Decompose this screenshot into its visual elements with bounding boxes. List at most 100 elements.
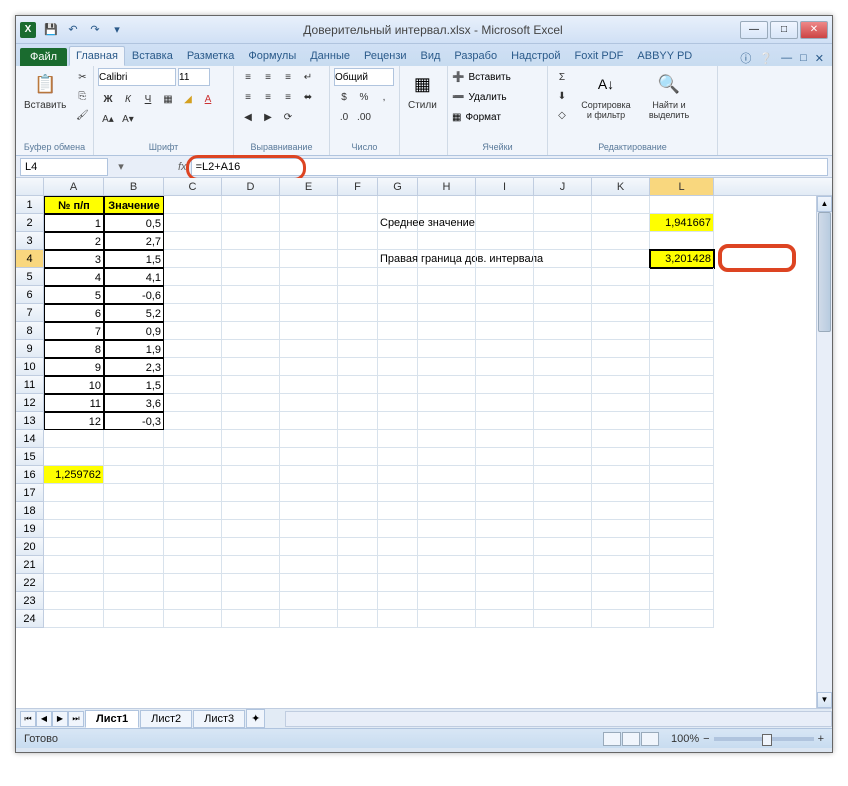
cell-G8[interactable] (378, 322, 418, 340)
cell-E23[interactable] (280, 592, 338, 610)
cell-A8[interactable]: 7 (44, 322, 104, 340)
sheet-nav-first-icon[interactable]: ⏮ (20, 711, 36, 727)
horizontal-scrollbar[interactable] (285, 711, 832, 727)
cell-J9[interactable] (534, 340, 592, 358)
cell-B14[interactable] (104, 430, 164, 448)
select-all-corner[interactable] (16, 178, 44, 195)
cell-D7[interactable] (222, 304, 280, 322)
vertical-scrollbar[interactable]: ▲ ▼ (816, 196, 832, 708)
cell-L20[interactable] (650, 538, 714, 556)
cell-D23[interactable] (222, 592, 280, 610)
cell-K13[interactable] (592, 412, 650, 430)
cell-L21[interactable] (650, 556, 714, 574)
cell-L5[interactable] (650, 268, 714, 286)
paste-button[interactable]: 📋 Вставить (20, 68, 70, 113)
col-header-G[interactable]: G (378, 178, 418, 195)
redo-icon[interactable]: ↷ (86, 21, 104, 39)
row-header-21[interactable]: 21 (16, 556, 44, 574)
cell-I8[interactable] (476, 322, 534, 340)
cell-K20[interactable] (592, 538, 650, 556)
cell-H24[interactable] (418, 610, 476, 628)
cell-D3[interactable] (222, 232, 280, 250)
new-sheet-button[interactable]: ✦ (246, 709, 265, 728)
sheet-tab-2[interactable]: Лист2 (140, 710, 192, 728)
cell-K17[interactable] (592, 484, 650, 502)
cell-J8[interactable] (534, 322, 592, 340)
cell-F11[interactable] (338, 376, 378, 394)
styles-button[interactable]: ▦ Стили (404, 68, 441, 113)
tab-view[interactable]: Вид (414, 46, 448, 66)
namebox-dropdown-icon[interactable]: ▾ (112, 160, 130, 173)
formula-input[interactable]: =L2+A16 (191, 158, 828, 176)
cell-D19[interactable] (222, 520, 280, 538)
cell-B11[interactable]: 1,5 (104, 376, 164, 394)
cell-I20[interactable] (476, 538, 534, 556)
copy-icon[interactable]: ⎘ (72, 87, 92, 105)
cell-C15[interactable] (164, 448, 222, 466)
cell-H5[interactable] (418, 268, 476, 286)
tab-home[interactable]: Главная (69, 46, 125, 66)
cell-E22[interactable] (280, 574, 338, 592)
cell-E18[interactable] (280, 502, 338, 520)
cell-J23[interactable] (534, 592, 592, 610)
cell-H21[interactable] (418, 556, 476, 574)
cell-A18[interactable] (44, 502, 104, 520)
tab-review[interactable]: Рецензи (357, 46, 414, 66)
cut-icon[interactable]: ✂ (72, 68, 92, 86)
cell-G23[interactable] (378, 592, 418, 610)
cell-G12[interactable] (378, 394, 418, 412)
cell-J21[interactable] (534, 556, 592, 574)
cell-L1[interactable] (650, 196, 714, 214)
cell-D24[interactable] (222, 610, 280, 628)
cell-C24[interactable] (164, 610, 222, 628)
cell-E6[interactable] (280, 286, 338, 304)
cell-B1[interactable]: Значение (104, 196, 164, 214)
cell-G1[interactable] (378, 196, 418, 214)
italic-icon[interactable]: К (118, 90, 138, 108)
cell-F19[interactable] (338, 520, 378, 538)
col-header-B[interactable]: B (104, 178, 164, 195)
row-header-1[interactable]: 1 (16, 196, 44, 214)
cell-H2[interactable] (418, 214, 476, 232)
shrink-font-icon[interactable]: A▾ (118, 110, 138, 128)
cell-G10[interactable] (378, 358, 418, 376)
align-left-icon[interactable]: ≡ (238, 88, 258, 106)
cell-B15[interactable] (104, 448, 164, 466)
normal-view-icon[interactable] (603, 732, 621, 746)
cell-I10[interactable] (476, 358, 534, 376)
cell-E24[interactable] (280, 610, 338, 628)
cell-B8[interactable]: 0,9 (104, 322, 164, 340)
cell-L4[interactable]: 3,201428 (650, 250, 714, 268)
cell-I9[interactable] (476, 340, 534, 358)
clear-icon[interactable]: ◇ (552, 106, 572, 124)
fill-icon[interactable]: ⬇ (552, 87, 572, 105)
cell-F1[interactable] (338, 196, 378, 214)
align-center-icon[interactable]: ≡ (258, 88, 278, 106)
col-header-H[interactable]: H (418, 178, 476, 195)
decrease-decimal-icon[interactable]: .00 (354, 108, 374, 126)
row-header-14[interactable]: 14 (16, 430, 44, 448)
sheet-tab-3[interactable]: Лист3 (193, 710, 245, 728)
cell-H3[interactable] (418, 232, 476, 250)
cell-H13[interactable] (418, 412, 476, 430)
cell-B22[interactable] (104, 574, 164, 592)
indent-increase-icon[interactable]: ▶ (258, 108, 278, 126)
cell-J16[interactable] (534, 466, 592, 484)
cell-K22[interactable] (592, 574, 650, 592)
row-header-22[interactable]: 22 (16, 574, 44, 592)
cell-E17[interactable] (280, 484, 338, 502)
minimize-ribbon-icon[interactable]: ⓘ (740, 50, 751, 66)
cell-B6[interactable]: -0,6 (104, 286, 164, 304)
cell-L2[interactable]: 1,941667 (650, 214, 714, 232)
cell-I6[interactable] (476, 286, 534, 304)
cell-H4[interactable] (418, 250, 476, 268)
cell-H12[interactable] (418, 394, 476, 412)
cell-C4[interactable] (164, 250, 222, 268)
cell-G2[interactable]: Среднее значение (378, 214, 418, 232)
cell-B3[interactable]: 2,7 (104, 232, 164, 250)
cell-H6[interactable] (418, 286, 476, 304)
align-top-icon[interactable]: ≡ (238, 68, 258, 86)
cell-B9[interactable]: 1,9 (104, 340, 164, 358)
col-header-I[interactable]: I (476, 178, 534, 195)
cell-B16[interactable] (104, 466, 164, 484)
